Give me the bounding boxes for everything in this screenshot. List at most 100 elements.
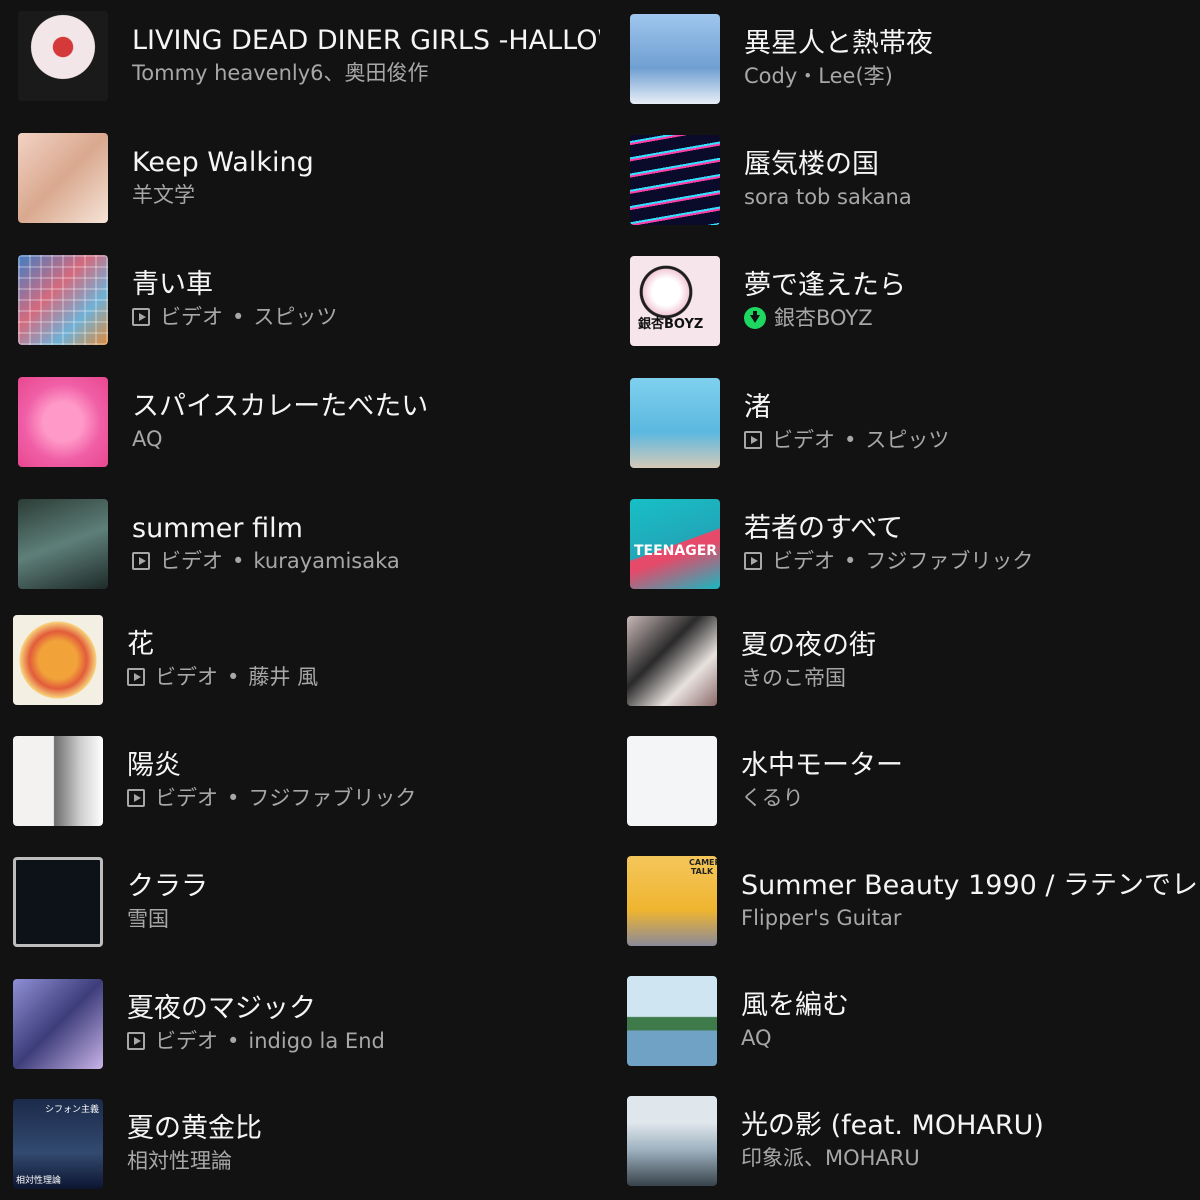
- track-row[interactable]: 花 ビデオ • 藤井 風: [0, 604, 600, 716]
- track-subtitle: 銀杏BOYZ: [744, 303, 1200, 333]
- track-subtitle: きのこ帝国: [741, 663, 1200, 693]
- video-icon: [132, 308, 150, 326]
- track-artists: フジファブリック: [865, 549, 1034, 573]
- separator-dot: •: [844, 549, 857, 573]
- track-artists: くるり: [741, 786, 804, 810]
- track-artists: 羊文学: [132, 183, 195, 207]
- track-title: スパイスカレーたべたい: [132, 391, 429, 422]
- track-meta: summer film ビデオ • kurayamisaka: [132, 512, 600, 576]
- album-art: [18, 133, 108, 223]
- track-row[interactable]: 光の影 (feat. MOHARU) 印象派、MOHARU: [612, 1085, 1200, 1197]
- track-row[interactable]: TEENAGER 若者のすべて ビデオ • フジファブリック: [612, 488, 1200, 600]
- track-row[interactable]: 青い車 ビデオ • スピッツ: [0, 244, 600, 356]
- video-icon: [744, 431, 762, 449]
- track-row[interactable]: CAMERA TALK Summer Beauty 1990 / ラテンでレッツ…: [612, 845, 1200, 957]
- track-subtitle: ビデオ • kurayamisaka: [132, 546, 600, 576]
- track-row[interactable]: シフォン主義 相対性理論 夏の黄金比 相対性理論: [0, 1088, 600, 1200]
- track-title: 夏の夜の街: [741, 630, 876, 661]
- track-row[interactable]: 陽炎 ビデオ • フジファブリック: [0, 725, 600, 837]
- album-art: [13, 736, 103, 826]
- album-art: [18, 499, 108, 589]
- track-title: 風を編む: [741, 990, 849, 1021]
- track-meta: 渚 ビデオ • スピッツ: [744, 391, 1200, 455]
- video-icon: [132, 552, 150, 570]
- album-art: [630, 14, 720, 104]
- track-row[interactable]: スパイスカレーたべたい AQ: [0, 366, 600, 478]
- track-row[interactable]: 銀杏BOYZ 夢で逢えたら 銀杏BOYZ: [612, 245, 1200, 357]
- track-artists: 銀杏BOYZ: [774, 306, 873, 330]
- track-subtitle: AQ: [741, 1023, 1200, 1053]
- track-meta: 蜃気楼の国 sora tob sakana: [744, 148, 1200, 212]
- track-artists: AQ: [741, 1026, 772, 1050]
- track-artists: スピッツ: [865, 428, 950, 452]
- track-subtitle: sora tob sakana: [744, 182, 1200, 212]
- track-artists: スピッツ: [253, 305, 338, 329]
- track-artists: sora tob sakana: [744, 185, 912, 209]
- video-label: ビデオ: [772, 549, 835, 573]
- track-row[interactable]: 異星人と熱帯夜 Cody・Lee(李): [612, 3, 1200, 115]
- video-label: ビデオ: [155, 786, 218, 810]
- album-art-text: TEENAGER: [634, 543, 718, 559]
- video-label: ビデオ: [155, 665, 218, 689]
- track-title: Keep Walking: [132, 147, 314, 178]
- track-title: 夏の黄金比: [127, 1113, 262, 1144]
- track-meta: 青い車 ビデオ • スピッツ: [132, 268, 600, 332]
- track-row[interactable]: 蜃気楼の国 sora tob sakana: [612, 124, 1200, 236]
- album-art: [627, 976, 717, 1066]
- track-artists: Flipper's Guitar: [741, 906, 902, 930]
- track-row[interactable]: 夏夜のマジック ビデオ • indigo la End: [0, 968, 600, 1080]
- track-list-right: 異星人と熱帯夜 Cody・Lee(李) 蜃気楼の国 sora tob sakan…: [612, 0, 1200, 1200]
- video-label: ビデオ: [160, 549, 223, 573]
- track-subtitle: 羊文学: [132, 180, 600, 210]
- track-row[interactable]: クララ 雪国: [0, 846, 600, 958]
- album-art: [18, 11, 108, 101]
- album-art: 銀杏BOYZ: [630, 256, 720, 346]
- album-art: シフォン主義 相対性理論: [13, 1099, 103, 1189]
- track-title: 青い車: [132, 269, 213, 300]
- track-meta: 水中モーター くるり: [741, 749, 1200, 813]
- track-meta: 光の影 (feat. MOHARU) 印象派、MOHARU: [741, 1109, 1200, 1173]
- video-icon: [127, 1032, 145, 1050]
- album-art: [13, 979, 103, 1069]
- track-meta: スパイスカレーたべたい AQ: [132, 390, 600, 454]
- track-meta: 風を編む AQ: [741, 989, 1200, 1053]
- track-subtitle: Tommy heavenly6、奥田俊作: [132, 58, 600, 88]
- album-art: [18, 377, 108, 467]
- separator-dot: •: [232, 305, 245, 329]
- track-row[interactable]: summer film ビデオ • kurayamisaka: [0, 488, 600, 600]
- track-artists: 雪国: [127, 907, 169, 931]
- track-meta: 異星人と熱帯夜 Cody・Lee(李): [744, 27, 1200, 91]
- track-title: 光の影 (feat. MOHARU): [741, 1110, 1044, 1141]
- track-meta: 若者のすべて ビデオ • フジファブリック: [744, 512, 1200, 576]
- album-art: TEENAGER: [630, 499, 720, 589]
- track-artists: 相対性理論: [127, 1149, 232, 1173]
- album-art-text: CAMERA TALK: [689, 858, 717, 876]
- track-artists: フジファブリック: [248, 786, 417, 810]
- track-artists: Tommy heavenly6、奥田俊作: [132, 61, 429, 85]
- track-subtitle: ビデオ • フジファブリック: [127, 783, 600, 813]
- album-art: [13, 615, 103, 705]
- separator-dot: •: [844, 428, 857, 452]
- track-meta: Keep Walking 羊文学: [132, 146, 600, 210]
- track-subtitle: ビデオ • 藤井 風: [127, 662, 600, 692]
- track-subtitle: 印象派、MOHARU: [741, 1143, 1200, 1173]
- track-list-left: LIVING DEAD DINER GIRLS -HALLOWEEN- Tomm…: [0, 0, 600, 1200]
- track-row[interactable]: 渚 ビデオ • スピッツ: [612, 367, 1200, 479]
- track-row[interactable]: 風を編む AQ: [612, 965, 1200, 1077]
- album-art: [627, 736, 717, 826]
- track-subtitle: ビデオ • スピッツ: [132, 302, 600, 332]
- track-title: 異星人と熱帯夜: [744, 28, 933, 59]
- track-row[interactable]: Keep Walking 羊文学: [0, 122, 600, 234]
- track-subtitle: ビデオ • スピッツ: [744, 425, 1200, 455]
- track-row[interactable]: 夏の夜の街 きのこ帝国: [612, 605, 1200, 717]
- album-art-text: シフォン主義: [44, 1105, 99, 1115]
- track-meta: 夏の黄金比 相対性理論: [127, 1112, 600, 1176]
- separator-dot: •: [227, 786, 240, 810]
- track-artists: 印象派、MOHARU: [741, 1146, 920, 1170]
- track-title: LIVING DEAD DINER GIRLS -HALLOWEEN-: [132, 25, 600, 56]
- track-row[interactable]: 水中モーター くるり: [612, 725, 1200, 837]
- track-row[interactable]: LIVING DEAD DINER GIRLS -HALLOWEEN- Tomm…: [0, 0, 600, 112]
- video-label: ビデオ: [155, 1029, 218, 1053]
- track-artists: kurayamisaka: [253, 549, 400, 573]
- track-meta: 夏の夜の街 きのこ帝国: [741, 629, 1200, 693]
